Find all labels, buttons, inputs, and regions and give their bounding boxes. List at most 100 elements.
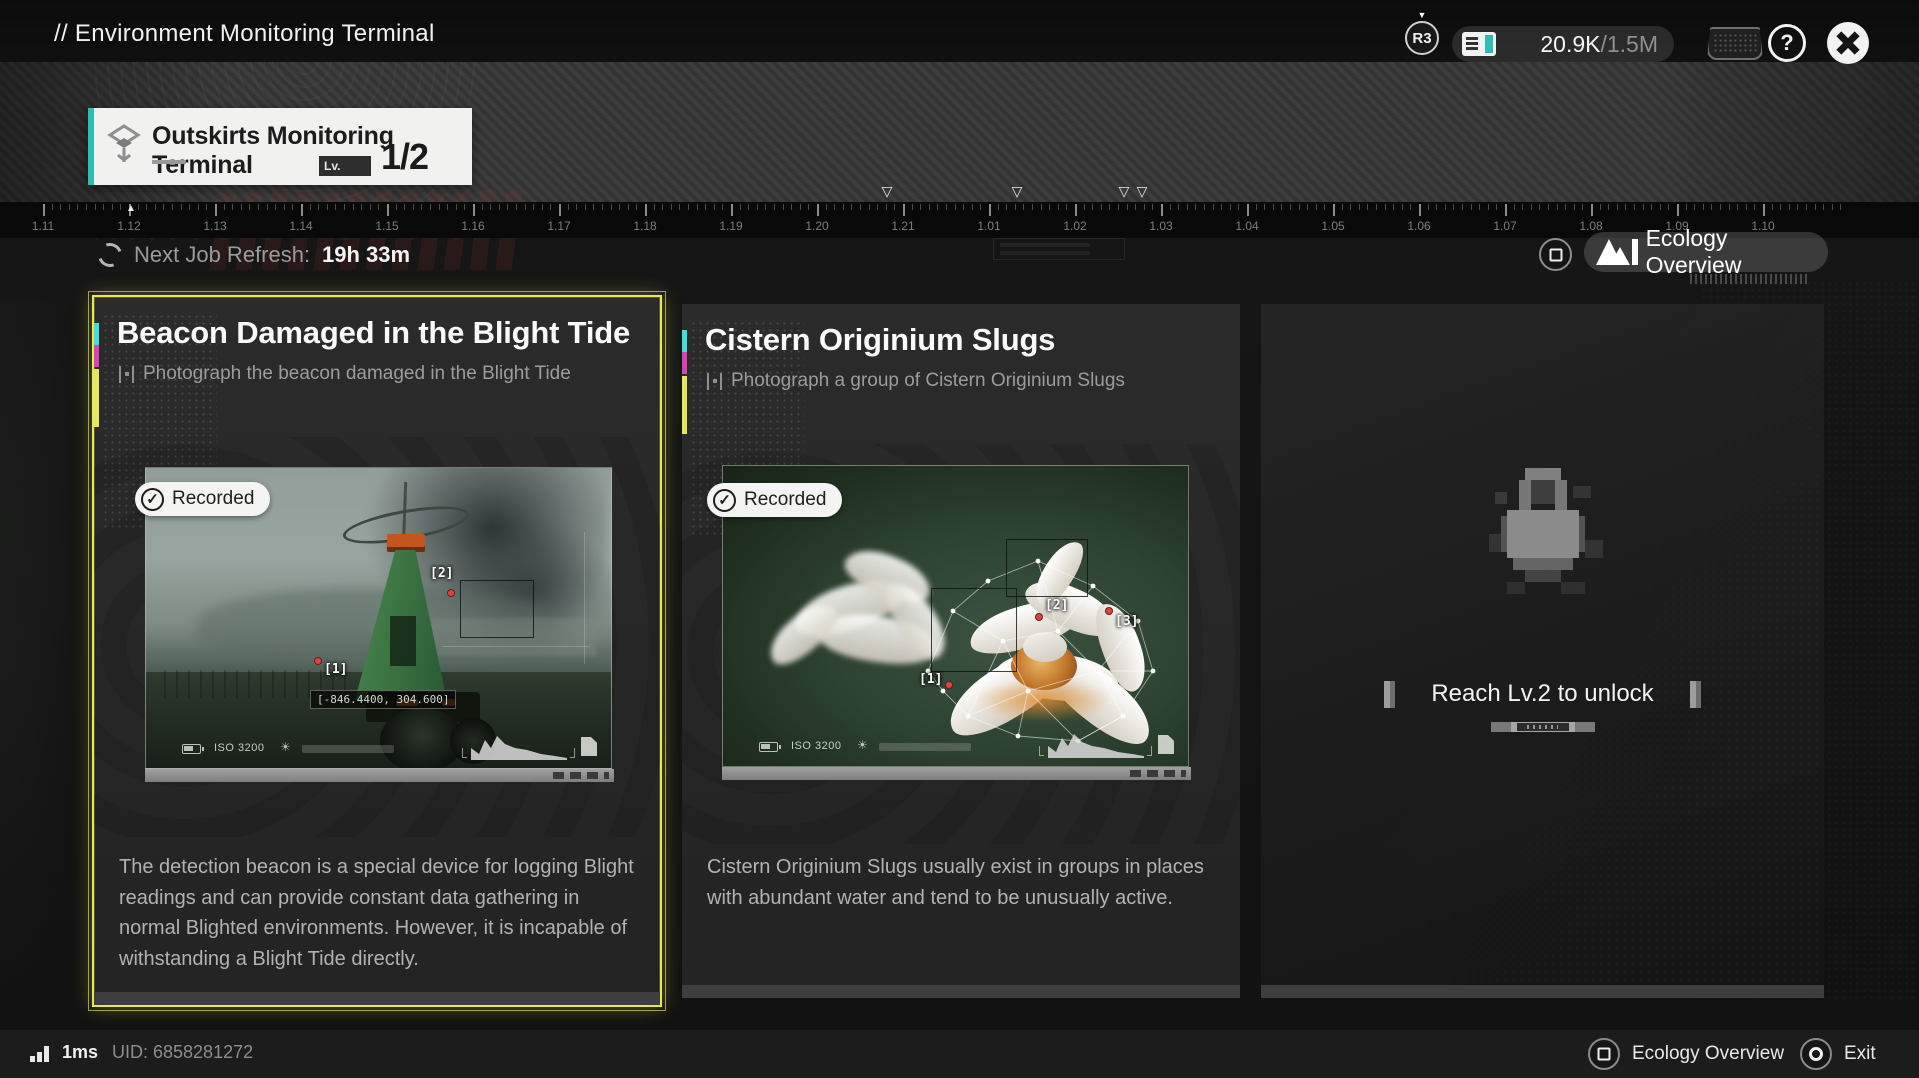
timeline-minor xyxy=(1066,204,1067,210)
timeline-minor xyxy=(1823,204,1824,210)
timeline-minor xyxy=(525,204,526,210)
currency-card-icon xyxy=(1462,32,1496,56)
timeline-major xyxy=(817,204,819,216)
camera-hud: ISO 3200 ☀ xyxy=(723,734,1188,760)
timeline-minor xyxy=(1539,204,1540,210)
tri-down: ▽ xyxy=(1012,183,1023,200)
currency-pill[interactable]: 20.9K/1.5M xyxy=(1452,26,1674,62)
hud-text-decor xyxy=(879,743,971,751)
gamepad-square-button-icon xyxy=(1539,238,1572,271)
timeline-minor xyxy=(335,204,336,210)
timeline-minor xyxy=(447,204,448,210)
timeline-minor xyxy=(1204,204,1205,210)
touchpad-icon[interactable] xyxy=(1707,27,1763,60)
check-icon: ✓ xyxy=(141,488,164,511)
timeline-minor xyxy=(52,204,53,210)
timeline-minor xyxy=(413,204,414,210)
timeline-minor xyxy=(628,204,629,210)
timeline-minor xyxy=(1703,204,1704,210)
timeline-minor xyxy=(1660,204,1661,210)
terminal-diamond-icon xyxy=(106,124,142,164)
timeline-minor xyxy=(972,204,973,210)
photo-scrubber[interactable] xyxy=(722,767,1191,780)
timeline-major xyxy=(731,204,733,216)
timeline-minor xyxy=(1135,204,1136,210)
timeline-minor xyxy=(310,204,311,210)
timeline-minor xyxy=(370,204,371,210)
timeline-minor xyxy=(1032,204,1033,210)
timeline-minor xyxy=(1428,204,1429,210)
photo-marker-dot xyxy=(447,589,455,597)
timeline-minor xyxy=(1170,204,1171,210)
timeline-minor xyxy=(843,204,844,210)
timeline-minor xyxy=(593,204,594,210)
bottom-bar: 1ms UID: 6858281272 Ecology Overview Exi… xyxy=(0,1030,1919,1078)
ping-value: 1ms xyxy=(62,1042,98,1063)
timeline-minor xyxy=(1350,204,1351,210)
timeline-minor xyxy=(1522,204,1523,210)
timeline-minor xyxy=(103,204,104,210)
timeline-minor xyxy=(1780,204,1781,210)
r3-stick-button[interactable]: ▼ R3 xyxy=(1402,10,1442,60)
timeline-minor xyxy=(834,204,835,210)
timeline-minor xyxy=(774,204,775,210)
timeline-minor xyxy=(1436,204,1437,210)
exit-button[interactable]: Exit xyxy=(1800,1038,1876,1070)
job-card-locked[interactable]: Reach Lv.2 to unlock xyxy=(1261,304,1824,998)
timeline-minor xyxy=(1608,204,1609,210)
timeline-minor xyxy=(860,204,861,210)
unlock-requirement-row: Reach Lv.2 to unlock xyxy=(1261,680,1824,708)
timeline-minor xyxy=(1479,204,1480,210)
job-card-beacon-damaged[interactable]: Beacon Damaged in the Blight Tide Photog… xyxy=(92,295,662,1007)
timeline-minor xyxy=(1815,204,1816,210)
photo-scrubber[interactable] xyxy=(145,769,614,782)
timeline-minor xyxy=(912,204,913,210)
timeline-minor xyxy=(1127,204,1128,210)
cyan-accent-strip xyxy=(682,330,687,352)
timeline-minor xyxy=(705,204,706,210)
photo-target-icon xyxy=(707,373,722,390)
timeline-minor xyxy=(1058,204,1059,210)
lock-pixel-icon xyxy=(1477,444,1609,612)
tri-up: ▲ xyxy=(126,203,136,214)
job-card-cistern-slugs[interactable]: Cistern Originium Slugs Photograph a gro… xyxy=(682,304,1240,998)
ecology-overview-button-bottom[interactable]: Ecology Overview xyxy=(1588,1038,1784,1070)
refresh-icon xyxy=(94,239,126,271)
exposure-sun-icon: ☀ xyxy=(280,740,291,754)
timeline-minor xyxy=(1772,204,1773,210)
close-button[interactable] xyxy=(1827,22,1869,64)
timeline-minor xyxy=(499,204,500,210)
dither-texture xyxy=(1261,304,1824,998)
timeline-minor xyxy=(619,204,620,210)
timeline-minor xyxy=(95,204,96,210)
job-objective: Photograph the beacon damaged in the Bli… xyxy=(119,363,571,385)
timeline-minor xyxy=(1238,204,1239,210)
timeline-label: 1.01 xyxy=(977,219,1000,233)
timeline-minor xyxy=(757,204,758,210)
timeline-minor xyxy=(241,204,242,210)
timeline-label: 1.11 xyxy=(32,219,54,233)
timeline-label: 1.07 xyxy=(1493,219,1516,233)
timeline-minor xyxy=(748,204,749,210)
timeline-minor xyxy=(1686,204,1687,210)
photo-marker-label-2: [2] xyxy=(430,566,453,581)
timeline-minor xyxy=(1307,204,1308,210)
timeline-minor xyxy=(1806,204,1807,210)
timeline-minor xyxy=(585,204,586,210)
card-footer-strip xyxy=(1261,985,1824,998)
ecology-overview-button-top[interactable]: Ecology Overview xyxy=(1584,232,1828,272)
timeline-minor xyxy=(77,204,78,210)
timeline-minor xyxy=(1299,204,1300,210)
timeline-minor xyxy=(249,204,250,210)
photo-marker-label-2: [2] xyxy=(1045,598,1068,613)
card-footer-strip xyxy=(94,992,660,1005)
timeline-minor xyxy=(602,204,603,210)
gamepad-square-button-icon xyxy=(1588,1038,1620,1070)
tri-down: ▽ xyxy=(1119,183,1130,200)
help-button[interactable]: ? xyxy=(1768,24,1806,62)
timeline-minor xyxy=(327,204,328,210)
timeline-minor xyxy=(955,204,956,210)
timeline-major xyxy=(1419,204,1421,216)
level-label: Lv. xyxy=(319,156,371,176)
ecology-barcode-decor xyxy=(1690,274,1810,284)
